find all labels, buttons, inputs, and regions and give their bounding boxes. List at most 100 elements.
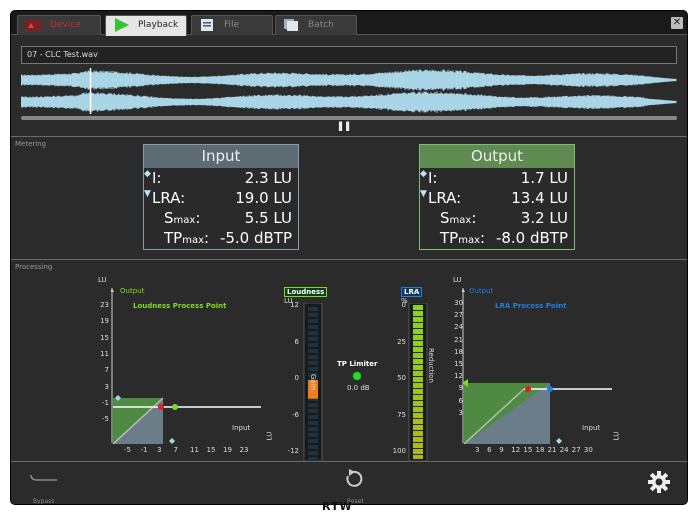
meter-tick-label: 0: [401, 301, 406, 309]
meter-segment-gap: [413, 430, 423, 431]
processing-section: Processing LU Output Loudness Process Po…: [11, 260, 687, 462]
lra-reduction-meter: [408, 303, 428, 462]
batch-icon: [284, 19, 298, 31]
y-tick-label: -5: [102, 415, 109, 424]
output-integrated-row: ◆ I: 1.7 LU: [420, 168, 574, 188]
meter-segment-gap: [413, 376, 423, 377]
input-title: Input: [144, 145, 298, 168]
lra-process-point[interactable]: [547, 386, 553, 392]
pause-button[interactable]: ▌▌: [339, 122, 353, 131]
y-tick-label: 19: [100, 317, 109, 326]
x-tick-label: 9: [499, 446, 504, 454]
meter-segment: [308, 367, 318, 371]
meter-tick-label: 6: [294, 337, 299, 346]
bottom-bar: Bypass Reset: [11, 462, 687, 504]
input-lra-label: LRA:: [152, 189, 186, 207]
output-title: Output: [420, 145, 574, 168]
output-tpmax-label: TPmax:: [440, 229, 486, 247]
triangle-down-icon: ▼: [144, 189, 151, 199]
tab-device[interactable]: Device: [17, 15, 101, 35]
loudness-graph-x-unit: LU: [265, 431, 274, 441]
play-icon: [115, 18, 129, 32]
device-window: Device Playback File Batch ✕ 07 - CLC Te…: [10, 10, 688, 505]
input-smax-row: Smax: 5.5 LU: [144, 208, 298, 228]
y-tick-label: 9: [458, 384, 463, 393]
meter-segment-gap: [413, 352, 423, 353]
waveform-channel-left: [21, 69, 677, 91]
x-tick-label: 24: [559, 446, 569, 454]
meter-segment-gap: [413, 322, 423, 323]
y-tick-label: 3: [458, 408, 463, 417]
tab-batch[interactable]: Batch: [275, 15, 357, 35]
loudness-process-graph[interactable]: [111, 288, 261, 444]
tab-file-label: File: [224, 20, 240, 30]
output-lra-label: LRA:: [428, 189, 462, 207]
x-tick-label: -1: [140, 446, 148, 454]
lra-process-graph[interactable]: [462, 288, 612, 444]
input-integrated-row: ◆ I: 2.3 LU: [144, 168, 298, 188]
meter-segment-gap: [413, 364, 423, 365]
input-lra-value: 19.0 LU: [235, 189, 292, 207]
output-tpmax-value: -8.0 dBTP: [495, 229, 568, 247]
meter-segment: [308, 307, 318, 311]
output-smax-label: Smax:: [440, 209, 477, 227]
settings-button[interactable]: [647, 470, 671, 494]
reset-button[interactable]: [338, 468, 368, 500]
marker-diamond-icon: [556, 438, 562, 444]
lra-badge[interactable]: LRA: [401, 287, 423, 297]
meter-segment: [308, 313, 318, 317]
metering-label: Metering: [15, 140, 47, 148]
processing-label: Processing: [15, 263, 53, 271]
x-tick-label: 7: [173, 446, 178, 454]
meter-tick-label: 50: [397, 374, 406, 382]
y-tick-label: 18: [454, 347, 463, 356]
meter-segment: [308, 409, 318, 413]
device-icon: [25, 20, 41, 31]
output-tpmax-main: TP: [440, 229, 459, 247]
y-tick-label: 21: [454, 335, 463, 344]
input-i-label: I:: [152, 169, 162, 187]
loudness-input-point[interactable]: [158, 404, 164, 410]
bypass-button[interactable]: [29, 472, 59, 500]
input-i-value: 2.3 LU: [244, 169, 292, 187]
meter-tick-label: -6: [292, 410, 299, 419]
x-tick-label: 19: [223, 446, 232, 454]
meter-segment: [308, 457, 318, 461]
meter-segment: [308, 415, 318, 419]
lra-graph-x-unit: LU: [612, 431, 621, 441]
meter-tick-label: 100: [392, 447, 406, 455]
y-tick-label: 6: [458, 396, 463, 405]
x-tick-label: 15: [523, 446, 533, 454]
input-tpmax-main: TP: [164, 229, 183, 247]
output-smax-main: S: [440, 209, 450, 227]
meter-segment-gap: [413, 400, 423, 401]
tp-limiter-value: 0.0 dB: [347, 384, 370, 392]
x-tick-label: 23: [239, 446, 249, 454]
output-meter-box: Output ◆ I: 1.7 LU ▼ LRA: 13.4 LU Smax: …: [419, 144, 575, 250]
filename-field[interactable]: 07 - CLC Test.wav: [21, 46, 677, 64]
meter-tick-label: 12: [290, 301, 299, 309]
input-smax-main: S: [164, 209, 174, 227]
waveform[interactable]: [21, 66, 677, 118]
meter-segment: [308, 349, 318, 353]
x-tick-label: 6: [487, 446, 492, 454]
x-tick-label: 3: [157, 446, 162, 454]
scrub-bar[interactable]: [21, 116, 677, 120]
meter-segment: [308, 427, 318, 431]
output-i-label: I:: [428, 169, 438, 187]
y-tick-label: 3: [104, 382, 109, 391]
loudness-process-point[interactable]: [172, 404, 178, 410]
meter-segment-gap: [413, 442, 423, 443]
tab-file[interactable]: File: [191, 15, 273, 35]
lra-input-point[interactable]: [525, 386, 531, 392]
x-tick-label: 11: [190, 446, 199, 454]
loudness-badge[interactable]: Loudness: [284, 287, 328, 297]
loudness-graph-unit: LU: [98, 276, 107, 284]
tab-device-label: Device: [50, 20, 81, 30]
meter-segment-gap: [413, 406, 423, 407]
x-tick-label: 12: [511, 446, 521, 454]
tab-batch-label: Batch: [308, 20, 334, 30]
playback-panel: 07 - CLC Test.wav ▌▌: [11, 36, 687, 137]
tab-playback[interactable]: Playback: [105, 15, 187, 36]
close-button[interactable]: ✕: [671, 17, 683, 29]
